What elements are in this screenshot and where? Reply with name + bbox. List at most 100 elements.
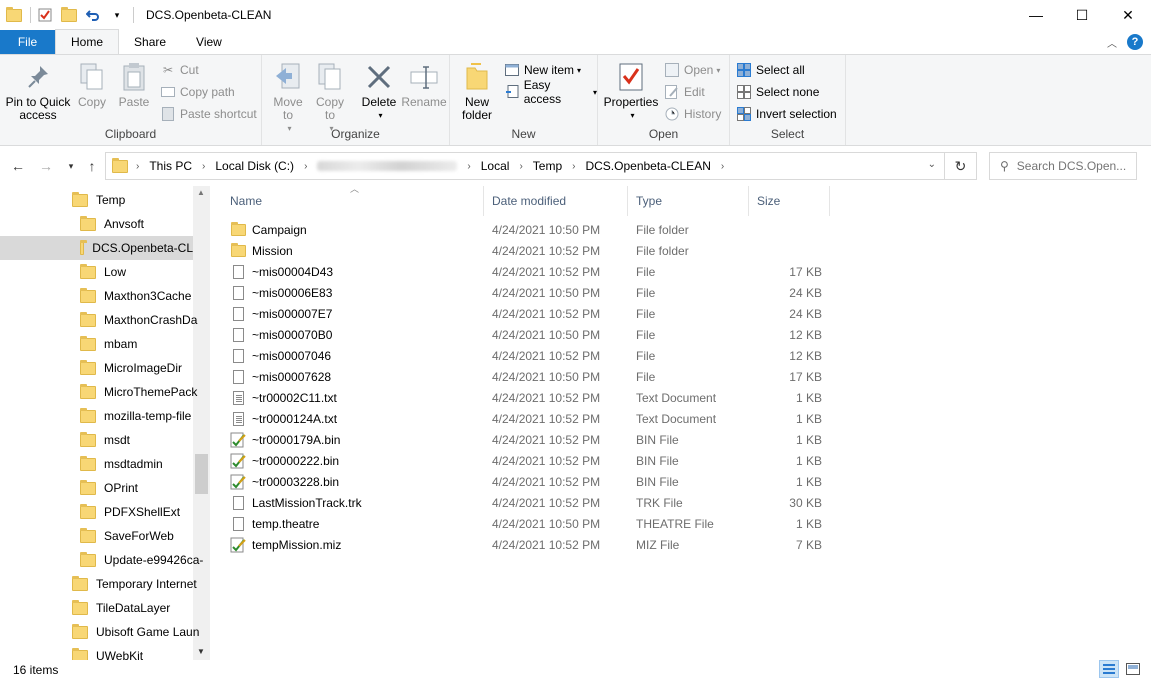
paste-button[interactable]: Paste [114,61,154,109]
paste-shortcut-button[interactable]: Paste shortcut [160,104,257,124]
breadcrumb-chevron-icon[interactable]: › [572,161,575,172]
breadcrumb-temp[interactable]: Temp [533,159,562,173]
nav-tree-item[interactable]: msdtadmin [80,452,163,476]
nav-tree-item[interactable]: PDFXShellExt [80,500,180,524]
nav-tree-item[interactable]: Maxthon3Cache [80,284,191,308]
scrollbar-thumb[interactable] [195,454,208,494]
breadcrumb-this-pc[interactable]: This PC [149,159,192,173]
refresh-button[interactable]: ↻ [945,152,977,180]
file-row[interactable]: Mission 4/24/2021 10:52 PM File folder [230,240,830,261]
nav-tree-item[interactable]: MaxthonCrashDa [80,308,197,332]
address-history-dropdown-icon[interactable]: ⌄ [928,159,936,170]
column-header-date[interactable]: Date modified [484,186,628,216]
move-to-button[interactable]: Move to ▾ [268,61,308,135]
new-item-button[interactable]: New item ▾ [504,60,581,80]
breadcrumb-current-folder[interactable]: DCS.Openbeta-CLEAN [585,159,710,173]
breadcrumb-chevron-icon[interactable]: › [304,161,307,172]
file-row[interactable]: ~tr00002C11.txt 4/24/2021 10:52 PM Text Do… [230,387,830,408]
file-row[interactable]: ~mis000070B0 4/24/2021 10:50 PM File 12 KB [230,324,830,345]
nav-tree-item[interactable]: TileDataLayer [72,596,170,620]
copy-button[interactable]: Copy [72,61,112,109]
help-icon[interactable]: ? [1127,34,1143,50]
rename-button[interactable]: Rename [401,61,447,109]
nav-tree-item[interactable]: Update-e99426ca- [80,548,203,572]
nav-tree-item[interactable]: Temporary Internet [72,572,197,596]
file-row[interactable]: tempMission.miz 4/24/2021 10:52 PM MIZ Fil… [230,534,830,555]
nav-tree-item[interactable]: msdt [80,428,130,452]
nav-tree-item[interactable]: Ubisoft Game Laun [72,620,199,644]
minimize-button[interactable]: — [1013,0,1059,30]
scroll-up-icon[interactable]: ▲ [197,188,205,197]
forward-arrow-icon[interactable]: → [38,158,54,174]
file-row[interactable]: LastMissionTrack.trk 4/24/2021 10:52 PM TR… [230,492,830,513]
search-input[interactable] [1016,159,1127,173]
new-folder-icon[interactable] [61,6,77,23]
breadcrumb-local-disk[interactable]: Local Disk (C:) [215,159,294,173]
close-button[interactable]: ✕ [1105,0,1151,30]
address-bar[interactable]: › This PC › Local Disk (C:) › › Local › … [105,152,945,180]
breadcrumb-chevron-icon[interactable]: › [721,161,724,172]
nav-tree-item[interactable]: Temp [72,188,125,212]
breadcrumb-chevron-icon[interactable]: › [136,161,139,172]
properties-icon[interactable] [37,7,53,23]
up-arrow-icon[interactable]: ↑ [84,158,100,174]
file-row[interactable]: ~mis00007046 4/24/2021 10:52 PM File 12 KB [230,345,830,366]
column-header-size[interactable]: Size [749,186,830,216]
cut-button[interactable]: ✂ Cut [160,60,199,80]
customize-toolbar-icon[interactable]: ▾ [109,7,125,23]
file-row[interactable]: temp.theatre 4/24/2021 10:50 PM THEATRE Fi… [230,513,830,534]
breadcrumb-chevron-icon[interactable]: › [467,161,470,172]
back-arrow-icon[interactable]: ← [10,158,26,174]
breadcrumb-chevron-icon[interactable]: › [202,161,205,172]
column-header-name[interactable]: Name ︿ [222,184,484,216]
file-row[interactable]: ~mis00006E83 4/24/2021 10:50 PM File 24 KB [230,282,830,303]
invert-selection-button[interactable]: Invert selection [736,104,837,124]
copy-path-button[interactable]: Copy path [160,82,235,102]
select-all-button[interactable]: Select all [736,60,805,80]
nav-tree-item[interactable]: Anvsoft [80,212,144,236]
breadcrumb-chevron-icon[interactable]: › [519,161,522,172]
select-none-button[interactable]: Select none [736,82,819,102]
maximize-button[interactable]: ☐ [1059,0,1105,30]
edit-button[interactable]: Edit [664,82,705,102]
file-row[interactable]: ~tr00000222.bin 4/24/2021 10:52 PM BIN Fil… [230,450,830,471]
nav-tree-item[interactable]: mbam [80,332,137,356]
nav-tree-item[interactable]: Low [80,260,126,284]
history-button[interactable]: History [664,104,721,124]
recent-locations-icon[interactable]: ▾ [63,161,79,172]
undo-icon[interactable] [85,7,101,23]
nav-tree-item[interactable]: MicroThemePack [80,380,197,404]
nav-tree-item[interactable]: DCS.Openbeta-CL [0,236,193,260]
text-file-icon [230,390,246,406]
large-icons-view-button[interactable] [1123,660,1143,678]
collapse-ribbon-icon[interactable]: ︿ [1107,35,1117,50]
file-row[interactable]: ~tr0000124A.txt 4/24/2021 10:52 PM Text Do… [230,408,830,429]
nav-tree-item[interactable]: SaveForWeb [80,524,174,548]
file-row[interactable]: ~tr0000179A.bin 4/24/2021 10:52 PM BIN Fil… [230,429,830,450]
tab-home[interactable]: Home [55,29,120,54]
tab-file[interactable]: File [0,30,55,54]
copy-to-button[interactable]: Copy to ▾ [310,61,350,135]
scroll-down-icon[interactable]: ▼ [197,647,205,656]
easy-access-button[interactable]: Easy access ▾ [504,78,597,106]
file-row[interactable]: ~mis00007628 4/24/2021 10:50 PM File 17 KB [230,366,830,387]
open-button[interactable]: Open ▾ [664,60,720,80]
file-row[interactable]: ~tr00003228.bin 4/24/2021 10:52 PM BIN Fil… [230,471,830,492]
file-row[interactable]: ~mis00004D43 4/24/2021 10:52 PM File 17 KB [230,261,830,282]
column-header-type[interactable]: Type [628,186,749,216]
search-box[interactable]: ⚲ [989,152,1137,180]
nav-tree-item[interactable]: UWebKit [72,644,143,660]
delete-button[interactable]: Delete ▾ [359,61,399,122]
file-row[interactable]: Campaign 4/24/2021 10:50 PM File folder [230,219,830,240]
properties-button[interactable]: Properties ▾ [602,61,660,122]
tab-view[interactable]: View [181,30,237,54]
breadcrumb-local[interactable]: Local [481,159,510,173]
nav-tree-item[interactable]: MicroImageDir [80,356,182,380]
nav-tree-item[interactable]: mozilla-temp-file [80,404,191,428]
pin-to-quick-access-button[interactable]: Pin to Quick access [5,61,71,122]
nav-tree-item[interactable]: OPrint [80,476,138,500]
details-view-button[interactable] [1099,660,1119,678]
file-row[interactable]: ~mis000007E7 4/24/2021 10:52 PM File 24 KB [230,303,830,324]
tab-share[interactable]: Share [119,30,181,54]
new-folder-button[interactable]: New folder [458,61,496,122]
